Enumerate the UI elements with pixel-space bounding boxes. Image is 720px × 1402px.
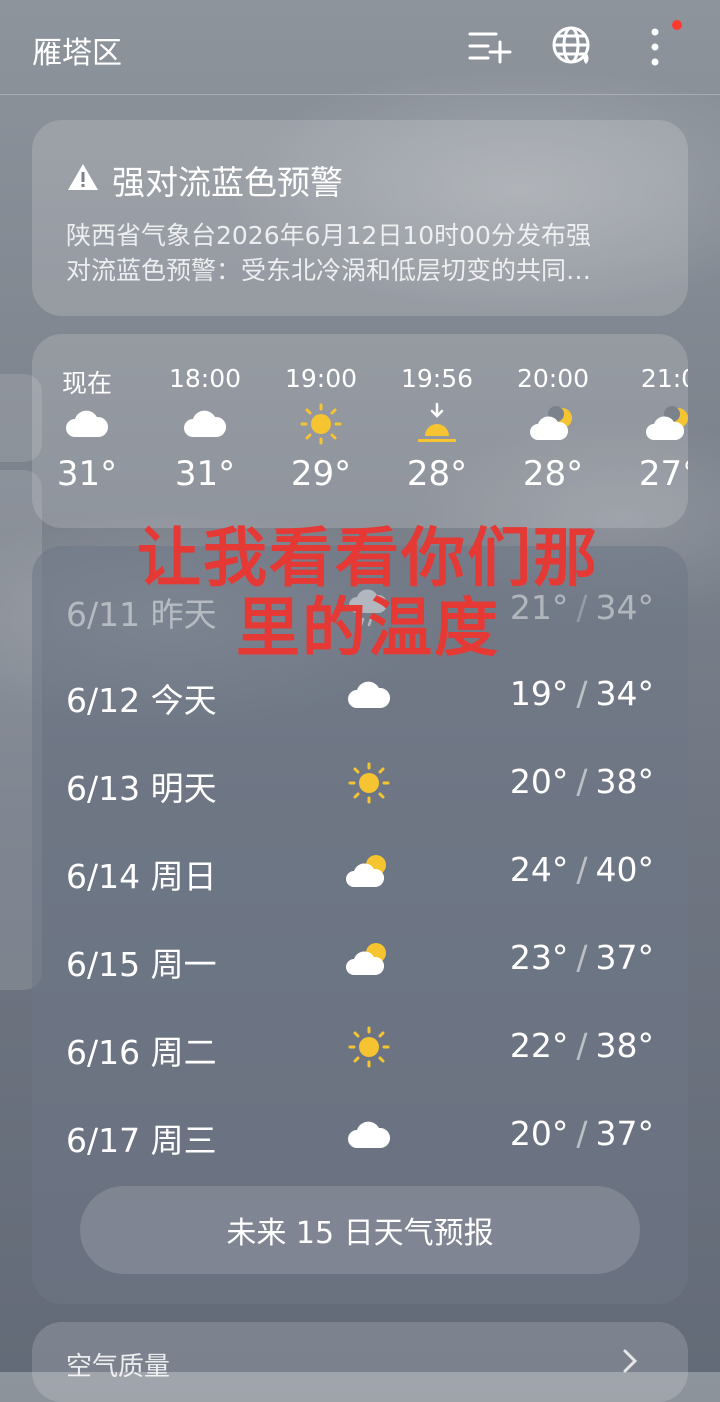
hour-temp: 31° [56,454,118,494]
temp-high: 34° [595,674,655,713]
day-date: 6/12 今天 [66,681,217,720]
temp-high: 37° [595,1114,655,1153]
day-date: 6/16 周二 [66,1033,217,1072]
day-date: 6/17 周三 [66,1121,217,1160]
day-temps: 23°/37° [510,938,654,977]
alert-title-text: 强对流蓝色预警 [112,163,343,202]
daily-row[interactable]: 6/14 周日 24°/40° [66,842,666,902]
daily-row[interactable]: 6/16 周二 22°/38° [66,1018,666,1078]
moon-cloud-icon [614,400,688,448]
temp-low: 20° [509,762,569,801]
city-name[interactable]: 雁塔区 [32,28,122,72]
hour-time: 19:00 [284,364,358,393]
day-temps: 24°/40° [510,850,654,889]
hourly-forecast[interactable]: 现在 31° 18:00 31° 19:00 29° 19:56 28° 20:… [32,334,688,528]
hour-item: 20:00 28° [498,364,608,494]
daily-row[interactable]: 6/17 周三 20°/37° [66,1106,666,1166]
day-temps: 19°/34° [510,674,654,713]
cloud-icon [344,1110,394,1160]
temp-high: 37° [595,938,655,977]
hour-time: 现在 [61,369,112,398]
day-date: 6/13 明天 [66,769,217,808]
hour-temp: 27° [638,454,688,494]
air-quality-title: 空气质量 [66,1352,171,1382]
more-icon[interactable] [634,24,680,70]
temp-low: 24° [509,850,569,889]
hour-item: 19:00 29° [266,364,376,494]
daily-row[interactable]: 6/13 明天 20°/38° [66,754,666,814]
alert-body-line: 对流蓝色预警：受东北冷涡和低层切变的共同… [66,256,592,285]
globe-icon[interactable] [550,24,596,70]
day-date: 6/15 周一 [66,945,217,984]
15-day-forecast-button[interactable]: 未来 15 日天气预报 [80,1186,640,1274]
moon-cloud-icon [498,400,608,448]
temp-low: 22° [509,1026,569,1065]
hour-item: 18:00 31° [150,364,260,494]
alert-body-line: 陕西省气象台2026年6月12日10时00分发布强 [66,221,591,250]
cloud-icon [32,400,142,448]
warning-icon [66,161,100,200]
temp-low: 19° [509,674,569,713]
day-temps: 20°/38° [510,762,654,801]
temp-separator: / [576,674,588,713]
sun-icon [344,758,394,808]
day-date: 6/14 周日 [66,857,217,896]
hour-temp: 28° [406,454,468,494]
temp-separator: / [576,1026,588,1065]
overlay-caption: 让我看看你们那 里的温度 [98,524,638,664]
overlay-line: 里的温度 [236,592,500,666]
sun-icon [344,1022,394,1072]
hour-temp: 31° [174,454,236,494]
hour-temp: 29° [290,454,352,494]
chevron-right-icon[interactable] [622,1348,638,1378]
hour-item: 19:56 28° [382,364,492,494]
temp-low: 20° [509,1114,569,1153]
notification-dot [672,20,682,30]
daily-row[interactable]: 6/15 周一 23°/37° [66,930,666,990]
alert-title[interactable]: 强对流蓝色预警 [66,156,343,204]
overlay-line: 让我看看你们那 [137,522,599,596]
temp-high: 38° [595,1026,655,1065]
sun-cloud-icon [344,934,394,984]
daily-row[interactable]: 6/12 今天 19°/34° [66,666,666,726]
hour-item: 21:0 27° [614,364,688,494]
hour-temp: 28° [522,454,584,494]
hour-time: 18:00 [168,364,242,393]
sunset-icon [382,400,492,448]
temp-separator: / [576,938,588,977]
temp-low: 23° [509,938,569,977]
hour-time: 21:0 [640,364,688,393]
temp-high: 40° [595,850,655,889]
temp-separator: / [576,850,588,889]
cloud-icon [344,670,394,720]
hour-item: 现在 31° [32,364,142,494]
top-bar: 雁塔区 [0,0,720,95]
hour-time: 19:56 [400,364,474,393]
alert-body: 陕西省气象台2026年6月12日10时00分发布强 对流蓝色预警：受东北冷涡和低… [66,218,656,288]
hour-time: 20:00 [516,364,590,393]
sun-cloud-icon [344,846,394,896]
add-city-icon[interactable] [466,24,512,70]
day-temps: 22°/38° [510,1026,654,1065]
temp-separator: / [576,1114,588,1153]
sun-icon [266,400,376,448]
temp-separator: / [576,762,588,801]
day-temps: 20°/37° [510,1114,654,1153]
temp-high: 38° [595,762,655,801]
cloud-icon [150,400,260,448]
